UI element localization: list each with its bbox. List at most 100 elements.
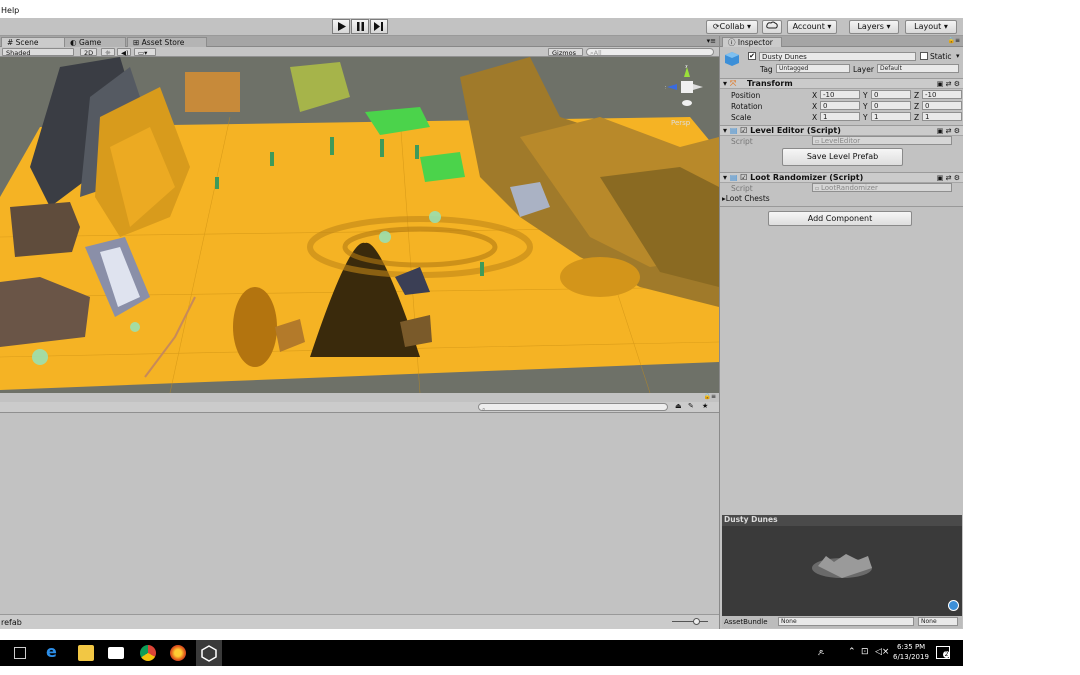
active-checkbox[interactable]: ✔ [748, 52, 756, 60]
position-z-field[interactable]: -10 [922, 90, 962, 99]
tab-scene[interactable]: # Scene [1, 37, 71, 47]
pause-icon [356, 22, 364, 31]
clock-time[interactable]: 6:35 PM [897, 643, 925, 651]
add-component-button[interactable]: Add Component [768, 211, 912, 226]
notification-center-icon[interactable]: 2 [936, 646, 950, 659]
loot-randomizer-header[interactable]: ▾ ▤ ☑ Loot Randomizer (Script) ▣ ⇄ ⚙ [720, 172, 963, 183]
volume-icon[interactable]: ◁× [875, 647, 889, 657]
people-icon[interactable]: ዶ [818, 648, 824, 658]
layers-dropdown[interactable]: Layers ▾ [849, 20, 899, 34]
mail-icon[interactable] [108, 647, 124, 659]
network-icon[interactable]: ⊡ [861, 647, 869, 657]
panel-menu-icon[interactable]: ▾≡ [707, 37, 716, 45]
scene-viewport[interactable]: y z Persp [0, 57, 719, 393]
zoom-slider[interactable] [672, 621, 708, 622]
component-settings-icon[interactable]: ▣ ⇄ ⚙ [937, 126, 960, 136]
game-icon: ◐ [70, 38, 79, 47]
info-icon: ⓘ [728, 38, 738, 47]
tab-asset-store[interactable]: ⊞ Asset Store [127, 37, 207, 47]
menu-bar: Help [0, 0, 1080, 18]
script-icon: ▤ [729, 173, 738, 182]
loot-randomizer-script-label: Script [731, 184, 753, 193]
transform-header[interactable]: ▾ ⤧ Transform ▣ ⇄ ⚙ [720, 78, 963, 89]
cube-icon [724, 51, 740, 67]
component-settings-icon[interactable]: ▣ ⇄ ⚙ [937, 79, 960, 89]
account-dropdown[interactable]: Account ▾ [787, 20, 837, 34]
clock-date[interactable]: 6/13/2019 [893, 653, 929, 661]
assetbundle-variant-dropdown[interactable]: None [918, 617, 958, 626]
tray-chevron-icon[interactable]: ⌃ [848, 647, 856, 657]
assetbundle-row: AssetBundle None None [722, 616, 962, 628]
transform-icon: ⤧ [729, 79, 737, 88]
zoom-slider-thumb[interactable] [693, 618, 700, 625]
chevron-down-icon: ▾ [827, 22, 832, 31]
layer-label: Layer [853, 65, 874, 74]
loot-chests-foldout[interactable]: ▸Loot Chests [722, 194, 770, 203]
object-name-field[interactable]: Dusty Dunes [759, 52, 916, 61]
position-y-field[interactable]: 0 [871, 90, 911, 99]
layout-dropdown[interactable]: Layout ▾ [905, 20, 957, 34]
pause-button[interactable] [351, 19, 369, 34]
scene-search-input[interactable]: ⌕All [586, 48, 714, 57]
chrome-icon[interactable] [140, 645, 156, 661]
filter-label-icon[interactable]: ✎ [688, 402, 694, 410]
project-search-input[interactable]: ⌕ [478, 403, 668, 413]
level-editor-enabled-checkbox[interactable]: ☑ [740, 126, 747, 135]
loot-randomizer-enabled-checkbox[interactable]: ☑ [740, 173, 747, 182]
tag-dropdown[interactable]: Untagged [776, 64, 850, 73]
tab-game[interactable]: ◐ Game [64, 37, 126, 47]
store-icon: ⊞ [133, 38, 142, 47]
persp-label[interactable]: Persp [671, 119, 690, 127]
svg-text:z: z [665, 85, 666, 91]
shading-mode-dropdown[interactable]: Shaded [2, 48, 74, 57]
unity-app-icon[interactable] [196, 640, 222, 666]
rotation-z-field[interactable]: 0 [922, 101, 962, 110]
cloud-icon [766, 21, 778, 29]
level-editor-header[interactable]: ▾ ▤ ☑ Level Editor (Script) ▣ ⇄ ⚙ [720, 125, 963, 136]
scale-z-field[interactable]: 1 [922, 112, 962, 121]
edge-browser-icon[interactable]: e [46, 644, 62, 661]
assetbundle-name-dropdown[interactable]: None [778, 617, 914, 626]
scale-y-field[interactable]: 1 [871, 112, 911, 121]
static-dropdown-icon[interactable]: ▾ [956, 52, 960, 60]
foldout-arrow-icon: ▾ [723, 126, 728, 135]
audio-toggle[interactable]: ◀) [117, 48, 131, 57]
axis-gizmo-icon: y z [663, 63, 703, 106]
speaker-icon: ◀) [121, 49, 129, 57]
component-settings-icon[interactable]: ▣ ⇄ ⚙ [937, 173, 960, 183]
save-level-prefab-button[interactable]: Save Level Prefab [782, 148, 903, 166]
tab-inspector[interactable]: ⓘ Inspector [722, 37, 782, 47]
firefox-icon[interactable] [170, 645, 186, 661]
task-view-icon[interactable] [14, 647, 26, 659]
inspector-tab-row: ⓘ Inspector 🔒≡ [720, 36, 963, 47]
lock-icon[interactable]: 🔒≡ [704, 393, 717, 400]
scale-x-field[interactable]: 1 [820, 112, 860, 121]
preview-title: Dusty Dunes [724, 515, 778, 524]
gizmos-dropdown[interactable]: Gizmos ▾ [548, 48, 583, 65]
asset-label-icon[interactable] [948, 600, 959, 611]
effects-dropdown[interactable]: ▭▾ [134, 48, 156, 57]
favorite-star-icon[interactable]: ★ [702, 402, 708, 410]
rotation-y-field[interactable]: 0 [871, 101, 911, 110]
static-checkbox[interactable] [920, 52, 928, 60]
preview-area[interactable] [722, 526, 962, 616]
divider [720, 206, 963, 207]
play-button[interactable] [332, 19, 350, 34]
2d-toggle[interactable]: 2D [80, 48, 97, 57]
script-icon: ▤ [729, 126, 738, 135]
lighting-toggle[interactable]: ☼ [101, 48, 115, 57]
scene-gizmo[interactable]: y z [663, 63, 705, 109]
preview-header[interactable]: Dusty Dunes [722, 515, 962, 526]
position-x-field[interactable]: -10 [820, 90, 860, 99]
layer-dropdown[interactable]: Default [877, 64, 959, 73]
sun-icon: ☼ [105, 49, 111, 57]
step-button[interactable] [370, 19, 388, 34]
menu-help[interactable]: Help [1, 6, 19, 15]
file-explorer-icon[interactable] [78, 645, 94, 661]
asset-preview-image [812, 554, 872, 578]
rotation-x-field[interactable]: 0 [820, 101, 860, 110]
filter-type-icon[interactable]: ⏏ [675, 402, 682, 410]
inspector-menu-icon[interactable]: 🔒≡ [948, 37, 961, 44]
collab-button[interactable]: ⟳Collab ▾ [706, 20, 758, 34]
cloud-button[interactable] [762, 20, 782, 34]
